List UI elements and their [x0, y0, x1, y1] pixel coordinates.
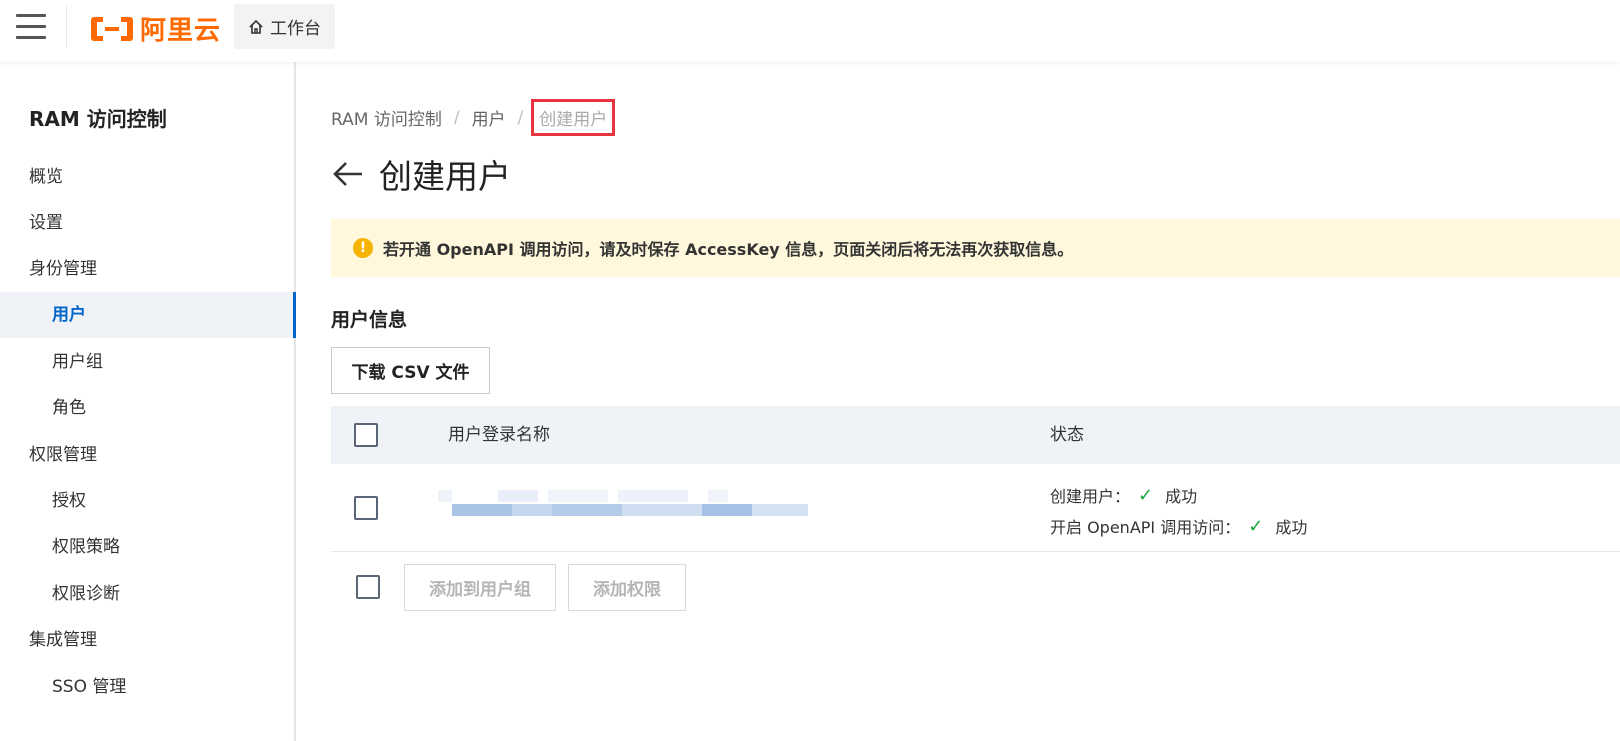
sidebar-item-permission-diagnosis[interactable]: 权限诊断 [0, 571, 294, 617]
home-icon [249, 19, 263, 34]
sidebar-title: RAM 访问控制 [29, 107, 167, 131]
breadcrumb-item-ram[interactable]: RAM 访问控制 [331, 105, 442, 130]
status-create-user: 创建用户： ✓ 成功 [1050, 483, 1197, 507]
sidebar-item-user-groups[interactable]: 用户组 [0, 339, 294, 385]
table-row: 创建用户： ✓ 成功 开启 OpenAPI 调用访问： ✓ 成功 [331, 464, 1620, 552]
status-label: 开启 OpenAPI 调用访问： [1050, 518, 1241, 537]
column-header-login-name: 用户登录名称 [448, 425, 550, 445]
logo-text: 阿里云 [140, 16, 222, 46]
batch-actions-bar: 添加到用户组 添加权限 [331, 562, 1620, 614]
top-navigation-bar: 阿里云 工作台 [0, 0, 1620, 62]
sidebar-item-integration-management[interactable]: 集成管理 [0, 617, 294, 663]
sidebar-item-policies[interactable]: 权限策略 [0, 524, 294, 570]
status-result: 成功 [1275, 518, 1308, 537]
table-header: 用户登录名称 状态 [331, 406, 1620, 464]
status-label: 创建用户： [1050, 487, 1131, 506]
main-content: RAM 访问控制 / 用户 / 创建用户 创建用户 ! 若开通 OpenAPI … [296, 62, 1620, 741]
alert-text: 若开通 OpenAPI 调用访问，请及时保存 AccessKey 信息，页面关闭… [383, 240, 1074, 259]
sidebar-item-sso-management[interactable]: SSO 管理 [0, 664, 294, 710]
check-icon: ✓ [1248, 515, 1264, 537]
aliyun-logo-icon [91, 16, 133, 41]
warning-icon: ! [353, 238, 373, 258]
select-all-checkbox[interactable] [354, 423, 378, 447]
aliyun-logo[interactable]: 阿里云 [90, 10, 221, 47]
sidebar-item-roles[interactable]: 角色 [0, 385, 294, 431]
workbench-button[interactable]: 工作台 [234, 4, 335, 49]
sidebar-item-settings[interactable]: 设置 [0, 200, 294, 246]
page-header: 创建用户 [331, 150, 511, 198]
row-checkbox[interactable] [354, 496, 378, 520]
column-header-status: 状态 [1050, 425, 1084, 445]
status-openapi-access: 开启 OpenAPI 调用访问： ✓ 成功 [1050, 514, 1307, 538]
back-arrow-icon[interactable] [331, 157, 365, 191]
sidebar-item-users[interactable]: 用户 [0, 292, 296, 338]
breadcrumb: RAM 访问控制 / 用户 / 创建用户 [331, 99, 616, 136]
breadcrumb-item-users[interactable]: 用户 [472, 105, 506, 130]
batch-select-checkbox[interactable] [356, 575, 380, 599]
breadcrumb-separator: / [453, 107, 460, 128]
section-title: 用户信息 [331, 309, 408, 331]
sidebar-item-permission-management[interactable]: 权限管理 [0, 432, 294, 478]
sidebar: RAM 访问控制 概览 设置 身份管理 用户 用户组 角色 权限管理 授权 权限… [0, 62, 296, 741]
sidebar-item-grants[interactable]: 授权 [0, 478, 294, 524]
add-to-user-group-button[interactable]: 添加到用户组 [404, 564, 556, 611]
add-permission-button[interactable]: 添加权限 [568, 564, 686, 611]
status-result: 成功 [1165, 487, 1198, 506]
sidebar-item-overview[interactable]: 概览 [0, 154, 294, 200]
warning-alert: ! 若开通 OpenAPI 调用访问，请及时保存 AccessKey 信息，页面… [331, 219, 1620, 277]
menu-icon[interactable] [16, 14, 46, 40]
workbench-label: 工作台 [270, 19, 321, 39]
check-icon: ✓ [1138, 484, 1154, 506]
breadcrumb-item-current: 创建用户 [531, 99, 616, 136]
sidebar-item-identity-management[interactable]: 身份管理 [0, 246, 294, 292]
download-csv-button[interactable]: 下载 CSV 文件 [331, 347, 490, 394]
header-divider [66, 6, 67, 48]
breadcrumb-separator: / [517, 107, 524, 128]
redacted-login-name [438, 490, 808, 518]
page-title: 创建用户 [379, 157, 511, 196]
